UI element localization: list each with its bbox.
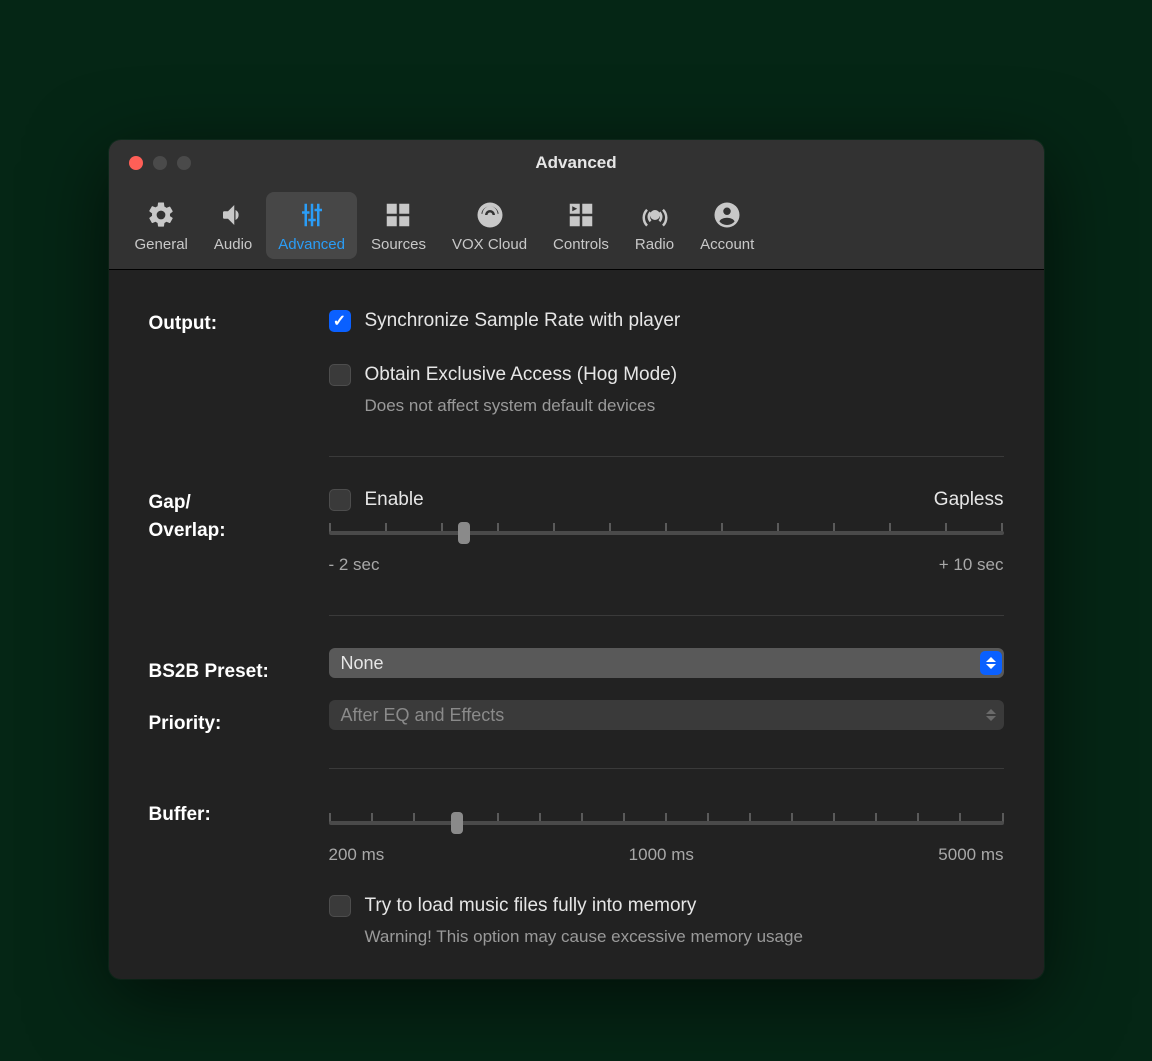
bs2b-row: BS2B Preset: None: [149, 648, 1004, 696]
account-icon: [710, 198, 744, 232]
bs2b-label: BS2B Preset:: [149, 661, 329, 683]
gap-overlap-section: Gap/ Overlap: Enable Gapless: [149, 489, 1004, 603]
gap-enable-label: Enable: [365, 489, 424, 511]
priority-row: Priority: After EQ and Effects: [149, 700, 1004, 748]
gap-min-label: - 2 sec: [329, 555, 380, 575]
tab-label: Radio: [635, 236, 674, 253]
chevron-updown-icon: [980, 703, 1002, 727]
tab-label: Audio: [214, 236, 252, 253]
content: Output: Synchronize Sample Rate with pla…: [109, 270, 1044, 979]
tab-controls[interactable]: Controls: [541, 192, 621, 259]
gap-slider-thumb[interactable]: [458, 522, 470, 544]
buffer-label: Buffer:: [149, 801, 329, 829]
tab-label: Account: [700, 236, 754, 253]
sliders-icon: [295, 198, 329, 232]
window-title: Advanced: [535, 153, 616, 173]
buffer-slider-thumb[interactable]: [451, 812, 463, 834]
buffer-hi-label: 5000 ms: [938, 845, 1003, 865]
gapless-label: Gapless: [934, 489, 1004, 511]
output-label: Output:: [149, 310, 329, 338]
output-section: Output: Synchronize Sample Rate with pla…: [149, 310, 1004, 444]
divider: [329, 768, 1004, 769]
load-into-memory-help: Warning! This option may cause excessive…: [365, 927, 1004, 947]
toolbar: General Audio Advanced Sources VOX Cloud: [109, 186, 1044, 270]
priority-select: After EQ and Effects: [329, 700, 1004, 730]
preferences-window: Advanced General Audio Advanced Sources: [109, 140, 1044, 979]
load-into-memory-checkbox[interactable]: [329, 895, 351, 917]
tab-label: Advanced: [278, 236, 345, 253]
buffer-section: Buffer: 200 ms 1000 ms 5000 ms: [149, 801, 1004, 959]
hog-mode-label: Obtain Exclusive Access (Hog Mode): [365, 364, 678, 386]
bs2b-value: None: [341, 653, 384, 674]
tab-label: VOX Cloud: [452, 236, 527, 253]
hog-mode-checkbox[interactable]: [329, 364, 351, 386]
tab-label: Controls: [553, 236, 609, 253]
tab-label: General: [135, 236, 188, 253]
tab-general[interactable]: General: [123, 192, 200, 259]
tab-sources[interactable]: Sources: [359, 192, 438, 259]
traffic-lights: [109, 156, 191, 170]
zoom-button[interactable]: [177, 156, 191, 170]
speaker-icon: [216, 198, 250, 232]
gap-overlap-label: Gap/ Overlap:: [149, 489, 329, 545]
tab-label: Sources: [371, 236, 426, 253]
priority-label: Priority:: [149, 713, 329, 735]
gap-enable-checkbox[interactable]: [329, 489, 351, 511]
hog-mode-help: Does not affect system default devices: [365, 396, 1004, 416]
sync-sample-rate-label: Synchronize Sample Rate with player: [365, 310, 681, 332]
titlebar: Advanced: [109, 140, 1044, 186]
puzzle-icon: [381, 198, 415, 232]
tab-vox-cloud[interactable]: VOX Cloud: [440, 192, 539, 259]
tab-account[interactable]: Account: [688, 192, 766, 259]
gear-icon: [144, 198, 178, 232]
buffer-slider[interactable]: [329, 811, 1004, 835]
priority-value: After EQ and Effects: [341, 705, 505, 726]
tab-advanced[interactable]: Advanced: [266, 192, 357, 259]
chevron-updown-icon: [980, 651, 1002, 675]
tab-audio[interactable]: Audio: [202, 192, 264, 259]
load-into-memory-label: Try to load music files fully into memor…: [365, 895, 697, 917]
radio-icon: [638, 198, 672, 232]
divider: [329, 615, 1004, 616]
buffer-lo-label: 200 ms: [329, 845, 385, 865]
cloud-icon: [473, 198, 507, 232]
minimize-button[interactable]: [153, 156, 167, 170]
controls-icon: [564, 198, 598, 232]
gap-slider[interactable]: [329, 521, 1004, 545]
sync-sample-rate-checkbox[interactable]: [329, 310, 351, 332]
bs2b-select[interactable]: None: [329, 648, 1004, 678]
tab-radio[interactable]: Radio: [623, 192, 686, 259]
divider: [329, 456, 1004, 457]
gap-max-label: + 10 sec: [939, 555, 1004, 575]
buffer-mid-label: 1000 ms: [629, 845, 694, 865]
close-button[interactable]: [129, 156, 143, 170]
